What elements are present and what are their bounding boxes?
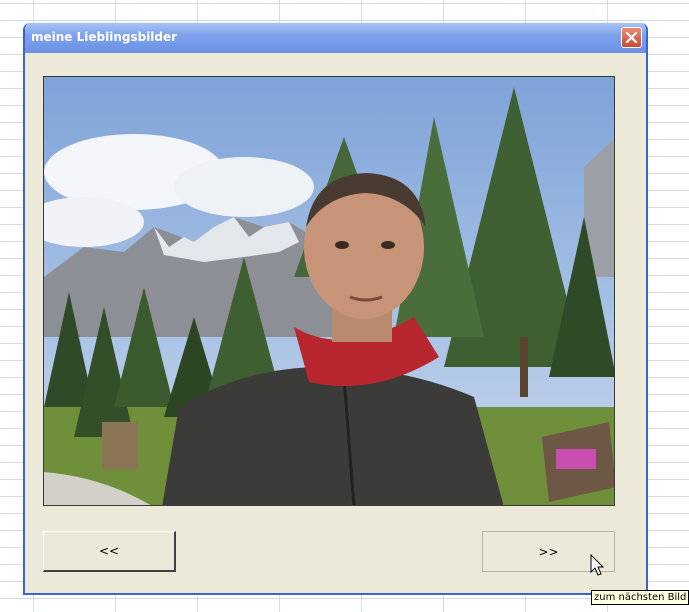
dialog-title: meine Lieblingsbilder <box>31 30 178 44</box>
previous-image-button[interactable]: << <box>43 531 176 572</box>
photo-display <box>43 76 615 506</box>
image-dialog: meine Lieblingsbilder << >> <box>23 23 648 595</box>
close-button[interactable] <box>621 27 642 48</box>
tooltip: zum nächsten Bild <box>591 590 689 605</box>
mouse-pointer-icon <box>590 554 605 576</box>
close-icon <box>625 31 638 44</box>
landscape-photo <box>44 77 614 505</box>
dialog-titlebar[interactable]: meine Lieblingsbilder <box>25 23 646 53</box>
